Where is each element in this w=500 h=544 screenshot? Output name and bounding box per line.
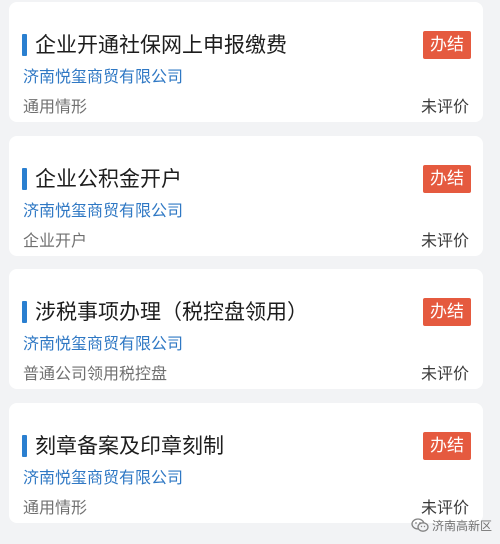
service-category: 企业开户 — [23, 231, 88, 250]
service-title: 刻章备案及印章刻制 — [35, 434, 224, 458]
status-badge: 办结 — [423, 165, 471, 193]
service-category: 通用情形 — [23, 97, 88, 116]
watermark: 济南高新区 — [411, 517, 492, 534]
service-title: 涉税事项办理（税控盘领用） — [35, 300, 308, 324]
company-name: 济南悦玺商贸有限公司 — [23, 334, 184, 353]
watermark-text: 济南高新区 — [431, 519, 492, 533]
rating-status[interactable]: 未评价 — [421, 497, 469, 519]
company-name: 济南悦玺商贸有限公司 — [23, 201, 184, 220]
company-name: 济南悦玺商贸有限公司 — [23, 468, 184, 487]
service-card[interactable]: 涉税事项办理（税控盘领用） 办结 济南悦玺商贸有限公司 普通公司领用税控盘 未评… — [9, 269, 483, 389]
service-card[interactable]: 刻章备案及印章刻制 办结 济南悦玺商贸有限公司 通用情形 未评价 — [9, 403, 483, 523]
title-accent-bar — [22, 301, 27, 323]
service-title: 企业公积金开户 — [35, 167, 182, 191]
service-title: 企业开通社保网上申报缴费 — [35, 33, 287, 57]
service-category: 通用情形 — [23, 498, 88, 517]
status-badge: 办结 — [423, 432, 471, 460]
rating-status[interactable]: 未评价 — [421, 96, 469, 118]
status-badge: 办结 — [423, 31, 471, 59]
status-badge: 办结 — [423, 298, 471, 326]
rating-status[interactable]: 未评价 — [421, 230, 469, 252]
service-category: 普通公司领用税控盘 — [23, 364, 168, 383]
title-accent-bar — [22, 168, 27, 190]
rating-status[interactable]: 未评价 — [421, 363, 469, 385]
title-accent-bar — [22, 34, 27, 56]
service-card[interactable]: 企业公积金开户 办结 济南悦玺商贸有限公司 企业开户 未评价 — [9, 136, 483, 256]
wechat-icon — [411, 518, 429, 533]
service-card[interactable]: 企业开通社保网上申报缴费 办结 济南悦玺商贸有限公司 通用情形 未评价 — [9, 2, 483, 122]
title-accent-bar — [22, 435, 27, 457]
company-name: 济南悦玺商贸有限公司 — [23, 67, 184, 86]
